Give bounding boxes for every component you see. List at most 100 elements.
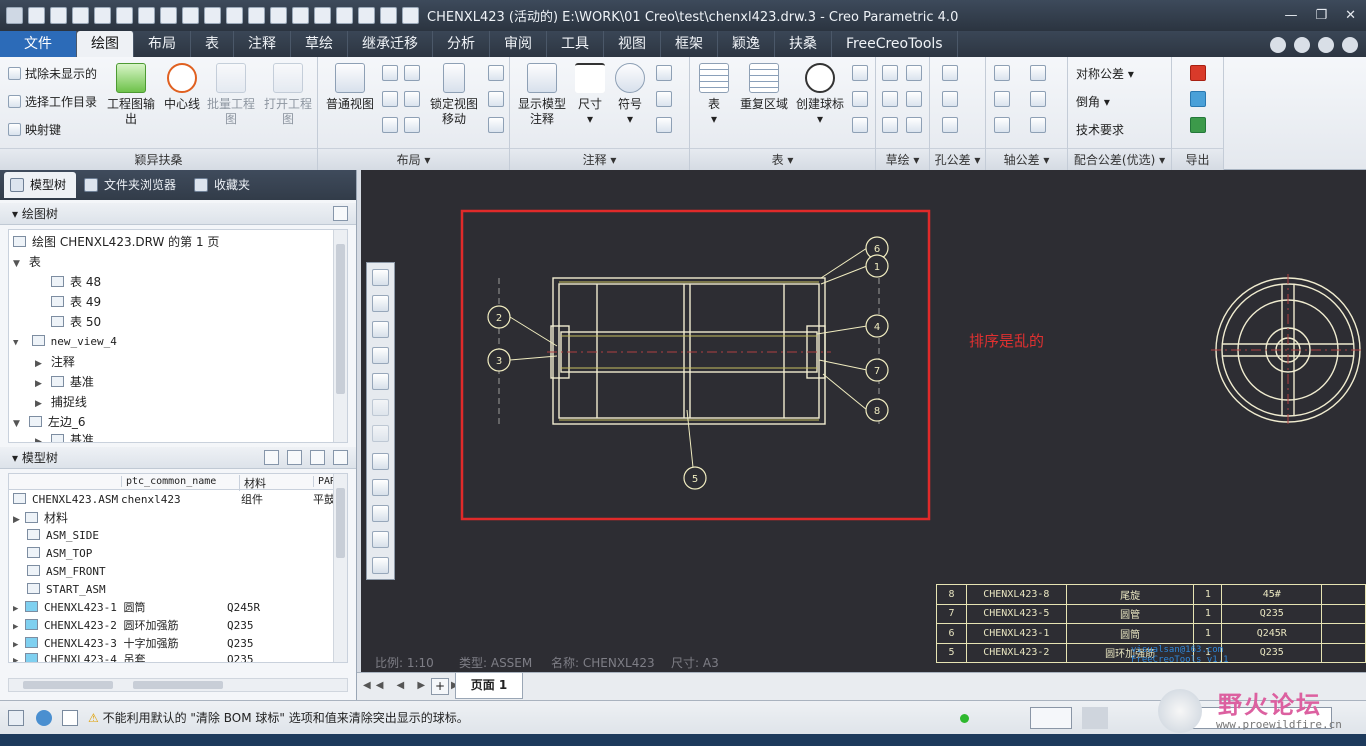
model-tree-row[interactable]: ▶ CHENXL423-4 吊套 Q235 [13, 650, 343, 662]
tree-item-datum[interactable]: ▶ 基准 [35, 372, 94, 392]
show-icon[interactable] [264, 450, 279, 465]
tree-item-left-view[interactable]: ▼ 左边_6 [13, 412, 85, 432]
shaft-tolerance-icon-3[interactable] [994, 91, 1010, 107]
sheet-icon-3[interactable] [488, 117, 504, 133]
point-display-icon[interactable] [372, 531, 389, 548]
text-style-icon[interactable] [656, 65, 672, 81]
tree-item-table-49[interactable]: 表 49 [51, 292, 101, 312]
expand-icon[interactable]: ▼ [13, 254, 25, 274]
redo-icon[interactable] [138, 7, 155, 24]
check-icon[interactable] [656, 117, 672, 133]
repeat-region-button[interactable]: 重复区域 [738, 63, 790, 112]
open-file-icon[interactable] [50, 7, 67, 24]
model-tree-row[interactable]: ASM_FRONT [27, 562, 106, 582]
close-button[interactable]: ✕ [1345, 8, 1356, 23]
annotation-display-icon[interactable] [372, 479, 389, 496]
centerline-button[interactable]: 中心线 [160, 63, 204, 112]
bom-row[interactable]: 6 CHENXL423-1 圆筒 1 Q245R [936, 623, 1366, 644]
batch-drawing-button[interactable]: 批量工程图 [204, 63, 258, 127]
undo-icon[interactable] [116, 7, 133, 24]
tab-file[interactable]: 文件 [0, 31, 77, 57]
zoom-out-icon[interactable] [372, 321, 389, 338]
model-tree-header[interactable]: ▾ 模型树 [0, 447, 356, 469]
hole-tolerance-icon-2[interactable] [942, 91, 958, 107]
fullscreen-icon[interactable] [62, 710, 78, 726]
collapse-ribbon-icon[interactable] [1270, 37, 1286, 53]
sketch-icon-2[interactable] [882, 117, 898, 133]
tree-item-datum-2[interactable]: ▶ 基准 [35, 430, 94, 442]
find-icon[interactable] [1030, 707, 1072, 729]
maximize-button[interactable]: ❐ [1315, 8, 1327, 23]
regenerate-icon[interactable] [182, 7, 199, 24]
tree-item-annotations[interactable]: ▶ 注释 [35, 352, 75, 372]
tool-icon-7[interactable] [380, 7, 397, 24]
tool-icon-5[interactable] [336, 7, 353, 24]
display-style-icon[interactable] [372, 373, 389, 390]
new-file-icon[interactable] [28, 7, 45, 24]
tab-model-tree[interactable]: 模型树 [4, 172, 77, 198]
rectangle-icon[interactable] [906, 117, 922, 133]
app-menu-icon[interactable] [6, 7, 23, 24]
line-icon[interactable] [906, 65, 922, 81]
hole-tolerance-icon-3[interactable] [942, 117, 958, 133]
symbol-button[interactable]: 符号 ▾ [612, 63, 648, 127]
bom-row[interactable]: 7 CHENXL423-5 圆管 1 Q235 [936, 603, 1366, 624]
detail-view-icon[interactable] [404, 65, 420, 81]
tab-frame[interactable]: 框架 [661, 31, 718, 57]
axis-display-icon[interactable] [372, 505, 389, 522]
tool-icon-8[interactable] [402, 7, 419, 24]
csys-display-icon[interactable] [372, 557, 389, 574]
tab-folder-browser[interactable]: 文件夹浏览器 [78, 172, 186, 198]
close-window-icon[interactable] [226, 7, 243, 24]
expand-icon[interactable]: ▶ [35, 432, 47, 442]
model-tree-row[interactable]: ASM_TOP [27, 544, 92, 564]
add-sheet-button[interactable]: + [431, 678, 449, 695]
browser-icon[interactable] [36, 710, 52, 726]
expand-icon[interactable]: ▶ [13, 510, 25, 530]
tree-item-sheet[interactable]: 绘图 CHENXL423.DRW 的第 1 页 [13, 232, 219, 252]
symmetric-tolerance-button[interactable]: 对称公差 ▾ [1076, 65, 1134, 82]
filter-icon[interactable] [333, 450, 348, 465]
tab-view[interactable]: 视图 [604, 31, 661, 57]
excel-icon[interactable] [1190, 117, 1206, 133]
expand-icon[interactable]: ▼ [13, 333, 25, 353]
zoom-in-icon[interactable] [372, 295, 389, 312]
drawing-tree-header[interactable]: ▾ 绘图树 [0, 203, 356, 225]
shaft-tolerance-icon-2[interactable] [1030, 65, 1046, 81]
tree-item-view[interactable]: ▼ new_view_4 [13, 332, 117, 352]
tab-analysis[interactable]: 分析 [433, 31, 490, 57]
print-icon[interactable] [94, 7, 111, 24]
tech-requirements-button[interactable]: 技术要求 [1076, 121, 1124, 138]
tools-icon[interactable] [287, 450, 302, 465]
lock-view-move-button[interactable]: 锁定视图移动 [426, 63, 482, 127]
save-icon[interactable] [72, 7, 89, 24]
pdf-icon[interactable] [1190, 65, 1206, 81]
tree-item-table-50[interactable]: 表 50 [51, 312, 101, 332]
scroll-thumb[interactable] [336, 488, 345, 558]
model-tree-row[interactable]: ASM_SIDE [27, 526, 99, 546]
select-box-icon[interactable] [160, 7, 177, 24]
hatch-icon[interactable] [656, 91, 672, 107]
model-tree-row[interactable]: ▶ CHENXL423-2 圆环加强筋 Q235 [13, 616, 343, 636]
tab-layout[interactable]: 布局 [134, 31, 191, 57]
balloon-small-icon[interactable] [852, 65, 868, 81]
create-balloon-button[interactable]: 创建球标 ▾ [792, 63, 848, 127]
hscroll-thumb-2[interactable] [133, 681, 223, 689]
drawing-canvas[interactable]: 61234785 排序是乱的 比例: 1:10 类型: ASSEM 名称: CH… [361, 170, 1366, 672]
expand-icon[interactable]: ▼ [13, 414, 25, 434]
tree-item-table-48[interactable]: 表 48 [51, 272, 101, 292]
minimize-button[interactable]: — [1284, 8, 1297, 23]
hole-tolerance-icon[interactable] [942, 65, 958, 81]
show-model-annotations-button[interactable]: 显示模型注释 [514, 63, 570, 127]
tab-review[interactable]: 审阅 [490, 31, 547, 57]
tab-drawing[interactable]: 绘图 [77, 31, 134, 57]
shaft-tolerance-icon-5[interactable] [994, 117, 1010, 133]
sheet-icon-2[interactable] [488, 91, 504, 107]
tab-sketch[interactable]: 草绘 [291, 31, 348, 57]
shaft-tolerance-icon-4[interactable] [1030, 91, 1046, 107]
shaft-tolerance-icon[interactable] [994, 65, 1010, 81]
bom-row[interactable]: 8 CHENXL423-8 尾旋 1 45# [936, 584, 1366, 605]
saved-views-icon[interactable] [372, 399, 389, 416]
tree-settings-icon[interactable] [333, 206, 348, 221]
sketch-icon[interactable] [882, 91, 898, 107]
